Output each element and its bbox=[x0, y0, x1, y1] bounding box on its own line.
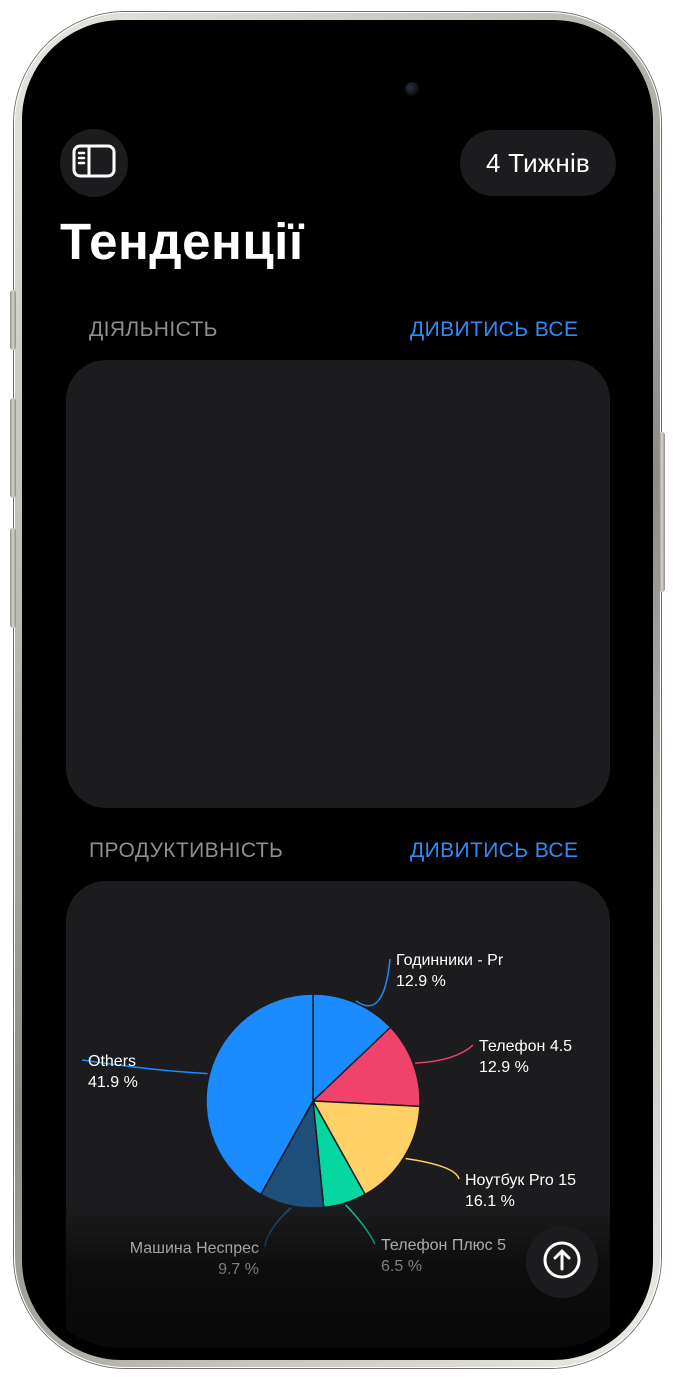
pie-slice-value: 12.9 % bbox=[396, 973, 446, 990]
pie-slice-label: Телефон 4.5 bbox=[479, 1038, 572, 1055]
sidebar-toggle-button[interactable] bbox=[60, 129, 128, 197]
pie-slice-value: 41.9 % bbox=[88, 1074, 138, 1091]
pie-leader-line bbox=[415, 1044, 474, 1064]
action-button bbox=[10, 290, 16, 350]
productivity-section-title: ПРОДУКТИВНІСТЬ bbox=[89, 839, 284, 862]
front-camera bbox=[405, 82, 419, 96]
volume-down-button bbox=[10, 528, 16, 628]
volume-up-button bbox=[10, 398, 16, 498]
pie-slice-label: Годинники - Pr bbox=[396, 952, 504, 969]
activity-card bbox=[66, 360, 610, 808]
sidebar-icon bbox=[72, 144, 116, 183]
phone-body: 4 Тижнів Тенденції ДІЯЛЬНІСТЬ ДИВИТИСЬ В… bbox=[22, 20, 653, 1360]
pie-leader-line bbox=[345, 1204, 376, 1245]
pie-leader-line bbox=[355, 958, 391, 1007]
pie-slice-label: Телефон Плюс 5 bbox=[381, 1237, 506, 1254]
arrow-up-circle-icon bbox=[542, 1240, 582, 1285]
pie-slice-label: Ноутбук Pro 15 bbox=[465, 1172, 576, 1189]
scroll-to-top-button[interactable] bbox=[526, 1226, 598, 1298]
pie-slice-value: 12.9 % bbox=[479, 1059, 529, 1076]
productivity-see-all-link[interactable]: ДИВИТИСЬ ВСЕ bbox=[410, 839, 578, 863]
pie-slice-value: 6.5 % bbox=[381, 1258, 422, 1275]
pie-slice-value: 9.7 % bbox=[218, 1261, 259, 1278]
pie-leader-line bbox=[264, 1207, 292, 1248]
page-title: Тенденції bbox=[60, 213, 304, 270]
productivity-pie-chart: Годинники - Pr 12.9 % Телефон 4.5 12.9 % Ноу… bbox=[81, 952, 576, 1278]
time-range-label: 4 Тижнів bbox=[486, 147, 590, 178]
productivity-card: Годинники - Pr 12.9 % Телефон 4.5 12.9 % Ноу… bbox=[66, 881, 610, 1348]
activity-section-title: ДІЯЛЬНІСТЬ bbox=[89, 318, 218, 341]
activity-see-all-link[interactable]: ДИВИТИСЬ ВСЕ bbox=[410, 318, 578, 342]
screen: 4 Тижнів Тенденції ДІЯЛЬНІСТЬ ДИВИТИСЬ В… bbox=[30, 26, 645, 1348]
pie-leader-line bbox=[405, 1157, 460, 1180]
time-range-button[interactable]: 4 Тижнів bbox=[460, 130, 616, 196]
power-button bbox=[659, 432, 665, 592]
pie-slice-value: 16.1 % bbox=[465, 1193, 515, 1210]
pie-slice-label: Others bbox=[88, 1053, 136, 1070]
pie-slice-label: Машина Неспрес bbox=[130, 1240, 259, 1257]
